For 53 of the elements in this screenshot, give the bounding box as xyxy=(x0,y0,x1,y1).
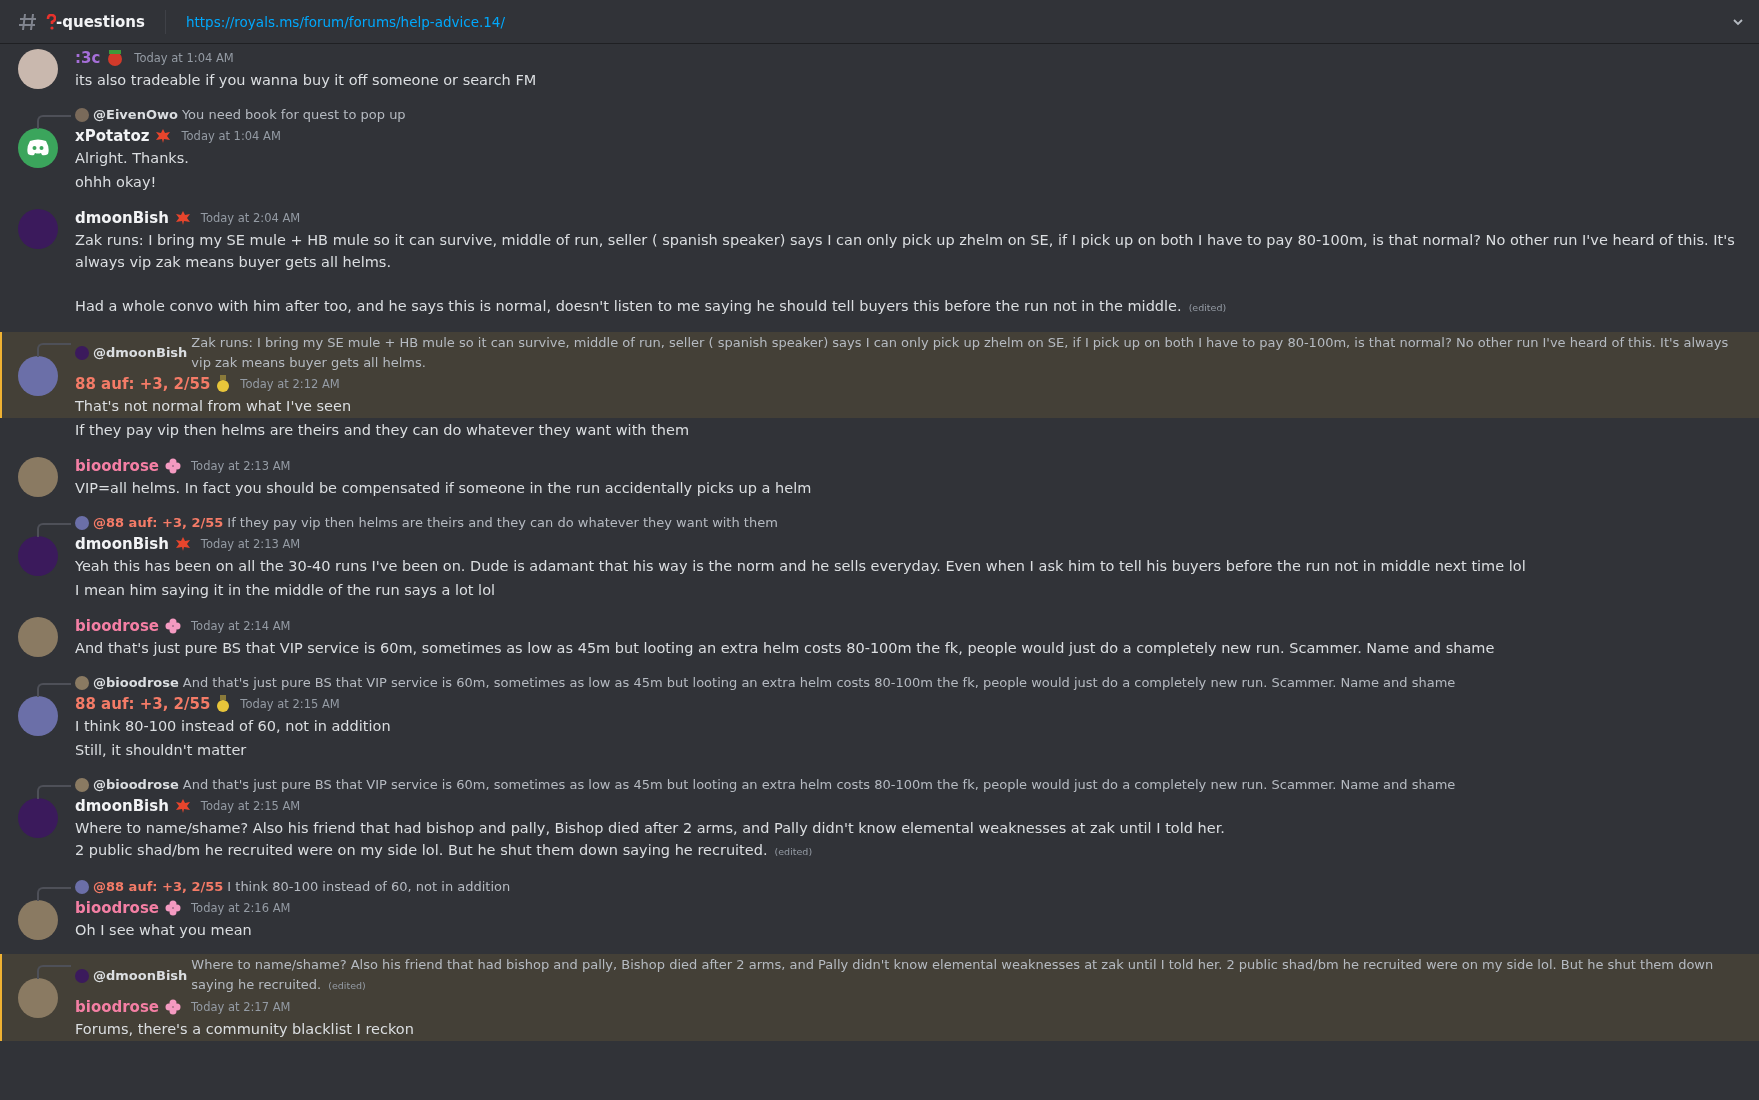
message-text: Zak runs: I bring my SE mule + HB mule so it can survive, middle of run, seller ( spanish speaker) says I can only pick up zhelm on SE, if I pick up on both I have to pay 80-100m, is that normal? No other run I've heard of this. It's always vip zak means buyer gets all helms. Had a whole convo with him after too, and he says this is normal, doesn't listen to me saying he should tell buyers this before the run not in the middle. (edited) xyxy=(75,231,1736,316)
author-name[interactable]: dmoonBish xyxy=(75,207,169,229)
author-name[interactable]: dmoonBish xyxy=(75,795,169,817)
message-text: That's not normal from what I've seen xyxy=(75,397,353,416)
channel-name: -questions xyxy=(56,12,145,31)
timestamp: Today at 2:13 AM xyxy=(200,536,301,553)
reply-preview[interactable]: And that's just pure BS that VIP service is 60m, sometimes as low as 45m but looting an extra helm costs 80-100m the fk, people would just do a completely new run. Scammer. Name and shame xyxy=(182,775,1456,795)
author-name[interactable]: dmoonBish xyxy=(75,533,169,555)
timestamp: Today at 2:12 AM xyxy=(240,376,340,393)
message-text: ohhh okay! xyxy=(75,173,158,192)
timestamp: Today at 2:04 AM xyxy=(200,210,301,227)
reply-preview[interactable]: I think 80-100 instead of 60, not in addition xyxy=(227,877,511,897)
message-text: Alright. Thanks. xyxy=(75,149,190,168)
reply-author[interactable]: @dmoonBish xyxy=(93,343,188,363)
reply-preview[interactable]: And that's just pure BS that VIP service is 60m, sometimes as low as 45m but looting an extra helm costs 80-100m the fk, people would just do a completely new run. Scammer. Name and shame xyxy=(182,673,1456,693)
author-name[interactable]: 88 auf: +3, 2/55 xyxy=(75,693,211,715)
reply-author[interactable]: @88 auf: +3, 2/55 xyxy=(93,877,224,897)
message-text: VIP=all helms. In fact you should be compensated if someone in the run accidentally picks up a helm xyxy=(75,479,813,498)
reply-author[interactable]: @EivenOwo xyxy=(93,105,178,125)
author-name[interactable]: bioodrose xyxy=(75,615,160,637)
message-text: And that's just pure BS that VIP service is 60m, sometimes as low as 45m but looting an extra helm costs 80-100m the fk, people would just do a completely new run. Scammer. Name and shame xyxy=(75,639,1496,658)
message-text: Oh I see what you mean xyxy=(75,921,253,940)
message-text: If they pay vip then helms are theirs and they can do whatever they want with them xyxy=(75,421,691,440)
reply-preview[interactable]: Zak runs: I bring my SE mule + HB mule so it can survive, middle of run, seller ( spanish speaker) says I can only pick up zhelm on SE, if I pick up on both I have to pay 80-100m, is that normal? No other run I've heard of this. It's always vip zak means buyer gets all helms. xyxy=(191,333,1743,373)
author-name[interactable]: bioodrose xyxy=(75,897,160,919)
reply-preview[interactable]: Where to name/shame? Also his friend that had bishop and pally, Bishop died after 2 arms, and Pally didn't know elemental weaknesses at zak until I told her. 2 public shad/bm he recruited were on my side lol. But he shut them down saying he recruited. (edited) xyxy=(191,955,1743,996)
timestamp: Today at 2:17 AM xyxy=(191,999,291,1016)
timestamp: Today at 2:15 AM xyxy=(200,798,301,815)
reply-preview[interactable]: You need book for quest to pop up xyxy=(181,105,406,125)
author-name[interactable]: bioodrose xyxy=(75,996,160,1018)
timestamp: Today at 1:04 AM xyxy=(134,50,234,67)
reply-author[interactable]: @bioodrose xyxy=(93,775,179,795)
author-name[interactable]: xPotatoz xyxy=(75,125,150,147)
message-text: its also tradeable if you wanna buy it off someone or search FM xyxy=(75,71,538,90)
reply-preview[interactable]: If they pay vip then helms are theirs and they can do whatever they want with them xyxy=(227,513,778,533)
timestamp: Today at 2:15 AM xyxy=(240,696,340,713)
message-text: Where to name/shame? Also his friend that had bishop and pally, Bishop died after 2 arms, and Pally didn't know elemental weaknesses at zak until I told her. 2 public shad/bm he recruited were on my side lol. But he shut them down saying he recruited. (edited) xyxy=(75,819,1226,860)
author-name[interactable]: :3c xyxy=(75,47,101,69)
message-text: Still, it shouldn't matter xyxy=(75,741,248,760)
message-text: Yeah this has been on all the 30-40 runs I've been on. Dude is adamant that his way is the norm and he sells everyday. Even when I ask him to tell his buyers before the run not in middle next time lol xyxy=(75,557,1527,576)
topic-link[interactable]: https://royals.ms/forum/forums/help-advice.14/ xyxy=(185,13,1725,30)
message-text: I mean him saying it in the middle of the run says a lot lol xyxy=(75,581,497,600)
timestamp: Today at 2:13 AM xyxy=(191,458,291,475)
timestamp: Today at 1:04 AM xyxy=(181,128,281,145)
reply-author[interactable]: @bioodrose xyxy=(93,673,179,693)
message-text: Forums, there's a community blacklist I reckon xyxy=(75,1020,415,1039)
author-name[interactable]: bioodrose xyxy=(75,455,160,477)
reply-author[interactable]: @88 auf: +3, 2/55 xyxy=(93,513,224,533)
message-text: I think 80-100 instead of 60, not in addition xyxy=(75,717,392,736)
reply-author[interactable]: @dmoonBish xyxy=(93,965,188,986)
author-name[interactable]: 88 auf: +3, 2/55 xyxy=(75,373,211,395)
timestamp: Today at 2:16 AM xyxy=(191,900,291,917)
timestamp: Today at 2:14 AM xyxy=(191,618,291,635)
